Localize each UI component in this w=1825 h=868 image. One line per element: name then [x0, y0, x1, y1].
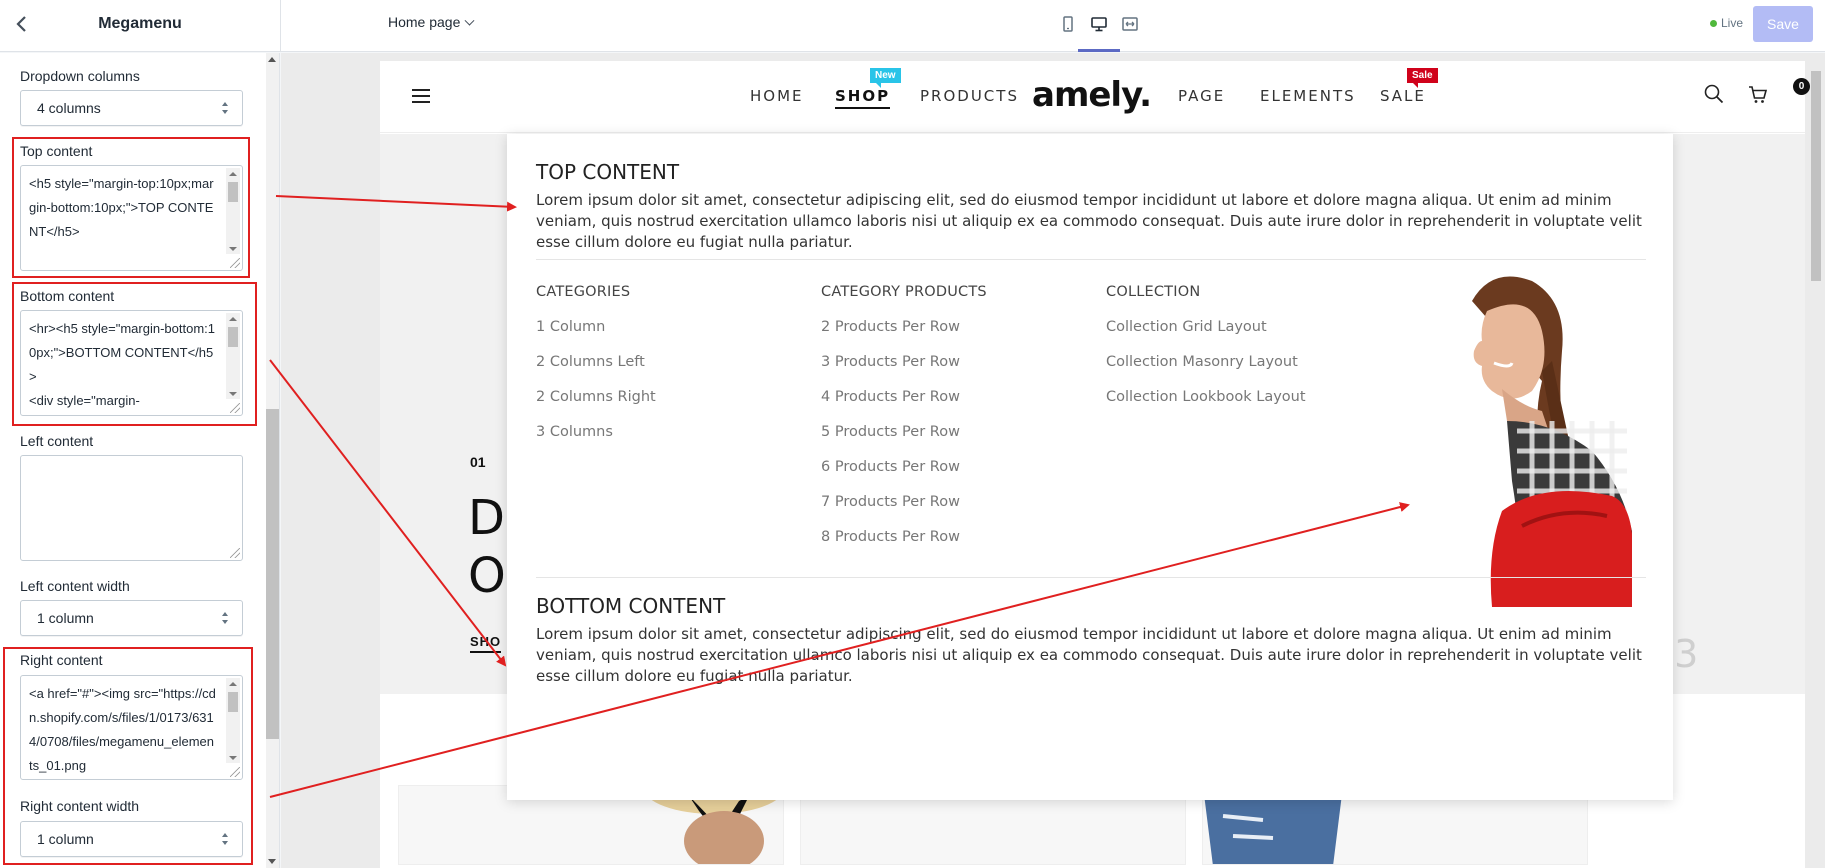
top-content-value: <h5 style="margin-top:10px;margin-bottom…	[29, 176, 214, 239]
hero-title-line-1: D	[468, 490, 505, 546]
bottom-content-value: <hr><h5 style="margin-bottom:10px;">BOTT…	[29, 321, 215, 408]
left-content-textarea[interactable]	[20, 455, 243, 561]
bottom-content-label: Bottom content	[20, 288, 115, 304]
megamenu-link[interactable]: Collection Lookbook Layout	[1106, 389, 1306, 405]
megamenu-link[interactable]: 8 Products Per Row	[821, 529, 960, 545]
megamenu-link[interactable]: 6 Products Per Row	[821, 459, 960, 475]
new-badge-label: New	[875, 70, 896, 81]
megamenu-link[interactable]: 4 Products Per Row	[821, 389, 960, 405]
store-header: HOME SHOP New PRODUCTS amely. PAGE ELEME…	[380, 61, 1810, 133]
scroll-down-icon[interactable]	[268, 859, 276, 864]
hero-slide-index: 01	[470, 454, 486, 470]
chevron-down-icon	[464, 15, 475, 26]
megamenu-link[interactable]: 3 Products Per Row	[821, 354, 960, 370]
save-button[interactable]: Save	[1753, 6, 1813, 42]
column-heading-category-products[interactable]: CATEGORY PRODUCTS	[821, 284, 987, 300]
megamenu-link[interactable]: 7 Products Per Row	[821, 494, 960, 510]
settings-sidebar: Dropdown columns 4 columns Top content <…	[0, 53, 280, 868]
live-status: Live	[1710, 16, 1743, 30]
megamenu-link[interactable]: 2 Products Per Row	[821, 319, 960, 335]
scroll-up-icon[interactable]	[268, 57, 276, 62]
right-content-width-value: 1 column	[37, 831, 94, 847]
textarea-scrollbar[interactable]	[226, 313, 240, 399]
textarea-scrollbar[interactable]	[226, 168, 240, 254]
nav-item-sale[interactable]: SALE	[1380, 87, 1426, 105]
new-badge: New	[870, 68, 901, 88]
panel-title: Megamenu	[98, 15, 182, 32]
megamenu-link[interactable]: 2 Columns Left	[536, 354, 645, 370]
cart-count-badge: 0	[1793, 78, 1810, 95]
megamenu-dropdown: TOP CONTENT Lorem ipsum dolor sit amet, …	[507, 134, 1673, 800]
nav-item-page[interactable]: PAGE	[1178, 87, 1225, 105]
hero-shop-link[interactable]: SHO	[470, 634, 502, 653]
resize-grip-icon[interactable]	[230, 767, 240, 777]
megamenu-link[interactable]: Collection Grid Layout	[1106, 319, 1267, 335]
mobile-icon[interactable]	[1055, 11, 1081, 37]
top-content-textarea[interactable]: <h5 style="margin-top:10px;margin-bottom…	[20, 165, 243, 271]
megamenu-link[interactable]: 5 Products Per Row	[821, 424, 960, 440]
dropdown-columns-label: Dropdown columns	[20, 68, 140, 84]
search-icon[interactable]	[1703, 83, 1725, 105]
megamenu-bottom-text: Lorem ipsum dolor sit amet, consectetur …	[536, 625, 1642, 685]
sidebar-scrollbar[interactable]	[266, 409, 279, 739]
megamenu-top-title: TOP CONTENT	[536, 160, 680, 184]
resize-grip-icon[interactable]	[230, 403, 240, 413]
resize-grip-icon[interactable]	[230, 548, 240, 558]
resize-grip-icon[interactable]	[230, 258, 240, 268]
megamenu-promo-image[interactable]	[1392, 271, 1632, 607]
right-content-value: <a href="#"><img src="https://cdn.shopif…	[29, 686, 216, 773]
divider	[280, 0, 281, 52]
theme-preview: HOME SHOP New PRODUCTS amely. PAGE ELEME…	[281, 53, 1825, 868]
nav-item-shop[interactable]: SHOP	[835, 87, 891, 109]
store-frame: HOME SHOP New PRODUCTS amely. PAGE ELEME…	[380, 61, 1810, 868]
left-content-width-label: Left content width	[20, 578, 130, 594]
bottom-content-textarea[interactable]: <hr><h5 style="margin-bottom:10px;">BOTT…	[20, 310, 243, 416]
textarea-scrollbar[interactable]	[226, 678, 240, 763]
cart-icon[interactable]	[1747, 83, 1769, 105]
desktop-icon[interactable]	[1078, 11, 1120, 52]
nav-item-home[interactable]: HOME	[750, 87, 804, 105]
left-content-label: Left content	[20, 433, 94, 449]
page-select-label: Home page	[388, 14, 461, 30]
megamenu-link[interactable]: 1 Column	[536, 319, 605, 335]
page-select[interactable]: Home page	[388, 14, 475, 30]
megamenu-divider	[536, 577, 1646, 578]
left-content-width-value: 1 column	[37, 610, 94, 626]
hamburger-icon[interactable]	[412, 89, 430, 103]
top-content-label: Top content	[20, 143, 93, 159]
column-heading-categories[interactable]: CATEGORIES	[536, 284, 630, 300]
column-heading-collection[interactable]: COLLECTION	[1106, 284, 1200, 300]
fullwidth-icon[interactable]	[1117, 11, 1143, 37]
megamenu-bottom-title: BOTTOM CONTENT	[536, 594, 726, 618]
right-content-width-select[interactable]: 1 column	[20, 821, 243, 857]
select-arrows-icon	[222, 833, 230, 845]
right-content-width-label: Right content width	[20, 798, 140, 814]
sale-badge-label: Sale	[1412, 70, 1433, 81]
live-label: Live	[1721, 16, 1744, 30]
right-content-label: Right content	[20, 652, 103, 668]
right-content-textarea[interactable]: <a href="#"><img src="https://cdn.shopif…	[20, 675, 243, 780]
dropdown-columns-select[interactable]: 4 columns	[20, 90, 243, 126]
back-chevron-icon[interactable]	[10, 12, 34, 36]
select-arrows-icon	[222, 102, 230, 114]
sale-badge: Sale	[1407, 68, 1438, 88]
preview-scrollbar[interactable]	[1811, 71, 1821, 281]
megamenu-divider	[536, 259, 1646, 260]
left-content-width-select[interactable]: 1 column	[20, 600, 243, 636]
megamenu-link[interactable]: 3 Columns	[536, 424, 613, 440]
editor-topbar: Megamenu Home page Live Save	[0, 0, 1825, 52]
megamenu-top-text: Lorem ipsum dolor sit amet, consectetur …	[536, 191, 1642, 251]
hero-title-line-2: O	[468, 548, 506, 604]
store-logo[interactable]: amely.	[1032, 75, 1152, 115]
megamenu-link[interactable]: Collection Masonry Layout	[1106, 354, 1298, 370]
select-arrows-icon	[222, 612, 230, 624]
nav-item-elements[interactable]: ELEMENTS	[1260, 87, 1356, 105]
live-dot-icon	[1710, 20, 1717, 28]
dropdown-columns-value: 4 columns	[37, 100, 101, 116]
megamenu-link[interactable]: 2 Columns Right	[536, 389, 656, 405]
nav-item-products[interactable]: PRODUCTS	[920, 87, 1019, 105]
